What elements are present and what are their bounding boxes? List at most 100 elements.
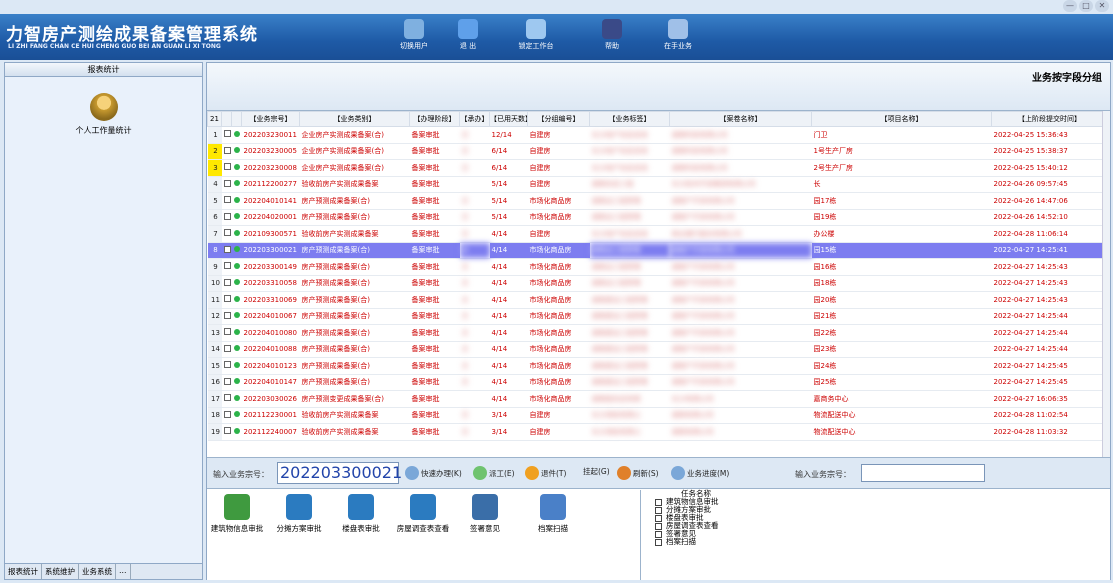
table-row[interactable]: 9 202203300149 房产预测成果备案(合) 备案审批文 4/14 市场化商品房湖… [207, 258, 1108, 276]
checkbox[interactable] [655, 538, 662, 546]
row-checkbox[interactable] [223, 361, 231, 369]
row-checkbox[interactable] [223, 295, 231, 303]
sidebar-item-personal-workload[interactable]: 个人工作量统计 [5, 93, 202, 136]
table-cell: 房产预测成果备案(合) [299, 192, 410, 210]
action-button[interactable]: 建筑物信息审批 [207, 494, 267, 534]
toolbar-help-button[interactable]: 帮助 [582, 19, 642, 51]
sidebar-header[interactable]: 报表统计 [5, 63, 202, 77]
row-checkbox[interactable] [223, 311, 231, 319]
table-row[interactable]: 18 202112230001 验收前房产实测成果备案 备案审批日 3/14 自建房 长沙测… [207, 407, 1108, 424]
column-header[interactable]: 【业务宗号】 [241, 111, 300, 127]
table-cell: 自建房 [527, 126, 590, 144]
row-checkbox[interactable] [223, 212, 231, 220]
row-checkbox[interactable] [223, 163, 231, 171]
dispatch-button[interactable]: 派工(E) [473, 466, 515, 480]
row-checkbox[interactable] [223, 229, 231, 237]
task-checklist-item[interactable]: 档案扫描 [641, 538, 1108, 546]
tab-report[interactable]: 报表统计 [5, 564, 42, 579]
row-checkbox[interactable] [223, 179, 231, 187]
tab-system[interactable]: 系统维护 [42, 564, 79, 579]
table-row[interactable]: 19 202112240007 验收前房产实测成果备案 备案审批日 3/14 自建房 长沙测… [207, 423, 1108, 441]
table-cell: 202204010141 [241, 192, 300, 210]
table-row[interactable]: 12 202204010067 房产预测成果备案(合) 备案审批文 4/14 市场化商品房… [207, 308, 1108, 325]
minimize-button[interactable]: — [1063, 0, 1077, 12]
column-header[interactable]: 【上阶段提交时间】 [991, 111, 1108, 127]
tab-business[interactable]: 业务系统 [79, 564, 116, 579]
table-cell: 湖南建设工程管理 [589, 374, 670, 391]
toolbar-lock-desk-button[interactable]: 锁定工作台 [506, 19, 566, 51]
column-header[interactable] [231, 111, 242, 127]
column-header[interactable]: 【项目名称】 [811, 111, 992, 127]
action-button[interactable]: 房屋调查表查看 [393, 494, 453, 534]
table-row[interactable]: 14 202204010088 房产预测成果备案(合) 备案审批文 4/14 市场化商品房… [207, 341, 1108, 358]
table-scrollbar[interactable] [1102, 111, 1110, 457]
row-checkbox[interactable] [223, 344, 231, 352]
toolbar-exit-button[interactable]: 退 出 [438, 19, 498, 51]
table-row[interactable]: 6 202204020001 房产预测成果备案(合) 备案审批日 5/14 市场化商品房湖… [207, 209, 1108, 226]
progress-button[interactable]: 业务进度(M) [671, 466, 729, 480]
task-checklist-item[interactable]: 签署意见 [641, 530, 1108, 538]
toolbar-switch-user-button[interactable]: 切换用户 [384, 19, 444, 51]
row-checkbox[interactable] [223, 245, 231, 253]
table-row[interactable]: 2 202203230005 企业房产实测成果备案(合) 备案审批日 6/14 自建房 长沙… [207, 143, 1108, 160]
quick-handle-button[interactable]: 快速办理(K) [405, 466, 462, 480]
table-row[interactable]: 5 202204010141 房产预测成果备案(合) 备案审批日 5/14 市场化商品房湖… [207, 192, 1108, 210]
tab-more[interactable]: … [116, 564, 131, 579]
business-number-input[interactable]: 202203300021 [277, 462, 402, 484]
column-header[interactable]: 【案卷名称】 [669, 111, 812, 127]
hang-button[interactable]: 挂起(G) [583, 466, 610, 477]
action-button[interactable]: 楼盘表审批 [331, 494, 391, 534]
return-button[interactable]: 退件(T) [525, 466, 566, 480]
task-checklist-item[interactable]: 建筑物信息审批 [641, 498, 1108, 506]
action-button[interactable]: 档案扫描 [523, 494, 583, 534]
table-row[interactable]: 4 202112200277 验收前房产实测成果备案 备案审批 5/14 自建房 湖南信息工… [207, 176, 1108, 193]
table-row[interactable]: 3 202203230008 企业房产实测成果备案(合) 备案审批日 6/14 自建房 长沙… [207, 159, 1108, 177]
checkbox[interactable] [655, 522, 662, 530]
column-header[interactable]: 【办理阶段】 [409, 111, 460, 127]
table-row[interactable]: 13 202204010080 房产预测成果备案(合) 备案审批文 4/14 市场化商品房… [207, 324, 1108, 342]
column-header[interactable]: 21 [207, 111, 222, 127]
column-header[interactable]: 【已用天数】 [489, 111, 528, 127]
row-checkbox[interactable] [223, 427, 231, 435]
row-checkbox[interactable] [223, 196, 231, 204]
table-row[interactable]: 17 202203030026 房产预测变更成果备案(合) 备案审批 4/14 市场化商品… [207, 390, 1108, 408]
checkbox[interactable] [655, 530, 662, 538]
checkbox[interactable] [655, 506, 662, 514]
table-cell: 10 [207, 275, 222, 292]
row-checkbox[interactable] [223, 328, 231, 336]
table-row[interactable]: 7 202109300571 验收前房产实测成果备案 备案审批日 4/14 自建房 长沙地产… [207, 225, 1108, 243]
checkbox[interactable] [655, 514, 662, 522]
column-header[interactable]: 【业务类别】 [299, 111, 410, 127]
row-checkbox[interactable] [223, 377, 231, 385]
table-row[interactable]: 15 202204010123 房产预测成果备案(合) 备案审批文 4/14 市场化商品房… [207, 357, 1108, 375]
column-header[interactable]: 【分组编号】 [527, 111, 590, 127]
status-dot-icon [233, 427, 240, 434]
table-cell: 备案审批 [409, 308, 460, 325]
table-cell: 4/14 [489, 258, 528, 276]
table-row[interactable]: 1 202203230011 企业房产实测成果备案(合) 备案审批日 12/14 自建房长… [207, 126, 1108, 144]
refresh-button[interactable]: 刷新(S) [617, 466, 659, 480]
table-row[interactable]: 16 202204010147 房产预测成果备案(合) 备案审批文 4/14 市场化商品房… [207, 374, 1108, 391]
task-checklist-item[interactable]: 分摊方案审批 [641, 506, 1108, 514]
checkbox[interactable] [655, 498, 662, 506]
action-button[interactable]: 签署意见 [455, 494, 515, 534]
row-checkbox[interactable] [223, 410, 231, 418]
table-row[interactable]: 8 202203300021 房产预测成果备案(合) 备案审批文 4/14 市场化商品房湖… [207, 242, 1108, 259]
table-row[interactable]: 11 202203310069 房产预测成果备案(合) 备案审批文 4/14 市场化商品房… [207, 291, 1108, 309]
maximize-button[interactable]: □ [1079, 0, 1093, 12]
row-checkbox[interactable] [223, 262, 231, 270]
toolbar-pending-tasks-button[interactable]: 在手业务 [648, 19, 708, 51]
row-checkbox[interactable] [223, 146, 231, 154]
close-button[interactable]: ✕ [1095, 0, 1109, 12]
table-row[interactable]: 10 202203310058 房产预测成果备案(合) 备案审批文 4/14 市场化商品房… [207, 275, 1108, 292]
column-header[interactable]: 【承办】 [459, 111, 490, 127]
column-header[interactable]: 【业务标签】 [589, 111, 670, 127]
business-number-input-2[interactable] [861, 464, 985, 482]
action-button[interactable]: 分摊方案审批 [269, 494, 329, 534]
row-checkbox[interactable] [223, 130, 231, 138]
column-header[interactable] [221, 111, 232, 127]
graduate-icon [286, 494, 312, 520]
task-checklist-item[interactable]: 房屋调查表查看 [641, 522, 1108, 530]
row-checkbox[interactable] [223, 278, 231, 286]
row-checkbox[interactable] [223, 394, 231, 402]
